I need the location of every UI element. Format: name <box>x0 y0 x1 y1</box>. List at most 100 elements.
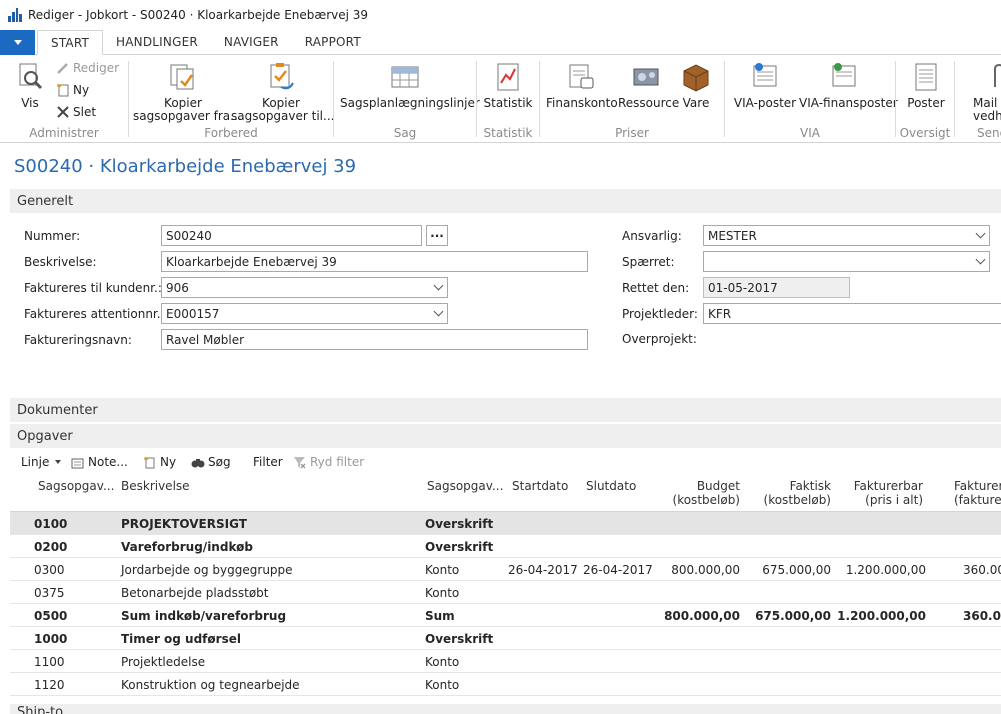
kopier-til-button[interactable]: Kopier sagsopgaver til... <box>231 61 334 123</box>
cell-nr: 0100 <box>34 517 68 531</box>
ny-button[interactable]: Ny <box>56 83 89 97</box>
table-row[interactable]: 1120 Konstruktion og tegnearbejde Konto <box>10 673 1001 696</box>
ribbon: Vis Rediger Ny Slet Administrer Kopier s… <box>0 55 1001 143</box>
group-forbered: Kopier sagsopgaver fra... Kopier sagsopg… <box>129 55 334 143</box>
view-icon <box>14 61 46 93</box>
poster-button[interactable]: Poster <box>904 61 948 110</box>
cell-nr: 0300 <box>34 563 65 577</box>
table-row[interactable]: 0300 Jordarbejde og byggegruppe Konto 26-04… <box>10 558 1001 581</box>
cell-nr: 1000 <box>34 632 68 646</box>
cell-beskrivelse: Konstruktion og tegnearbejde <box>121 678 300 692</box>
tab-start[interactable]: START <box>37 30 104 55</box>
cell-beskrivelse: Jordarbejde og byggegruppe <box>121 563 293 577</box>
table-row[interactable]: 0200 Vareforbrug/indkøb Overskrift <box>10 535 1001 558</box>
vis-button[interactable]: Vis <box>10 61 50 110</box>
table-row[interactable]: 0500 Sum indkøb/vareforbrug Sum 800.000,00 6… <box>10 604 1001 627</box>
cell-fakturer: 360.000 <box>963 563 1001 577</box>
table-row[interactable]: 0375 Betonarbejde pladsstøbt Konto <box>10 581 1001 604</box>
cell-beskrivelse: Projektledelse <box>121 655 206 669</box>
tab-naviger[interactable]: NAVIGER <box>211 30 292 54</box>
ryd-filter-button[interactable]: Ryd filter <box>293 453 364 471</box>
paperclip-icon <box>985 61 1001 93</box>
finanskonto-button[interactable]: Finanskonto <box>546 61 618 110</box>
chevron-down-icon <box>13 40 22 45</box>
page-title: S00240 · Kloarkarbejde Enebærvej 39 <box>14 156 357 177</box>
item-box-icon <box>680 61 712 93</box>
vare-button[interactable]: Vare <box>678 61 714 110</box>
cell-beskrivelse: PROJEKTOVERSIGT <box>121 517 247 531</box>
beskrivelse-field[interactable]: Kloarkarbejde Enebærvej 39 <box>161 251 588 272</box>
label-overprojekt: Overprojekt: <box>622 332 697 346</box>
mail-button[interactable]: Mail s vedhæ <box>973 61 1001 123</box>
chart-icon <box>492 61 524 93</box>
cell-type: Konto <box>425 563 460 577</box>
chevron-down-icon <box>433 306 444 317</box>
nummer-lookup-button[interactable]: ... <box>426 225 448 246</box>
finance-account-icon <box>565 61 597 93</box>
table-row[interactable]: 1000 Timer og udførsel Overskrift <box>10 627 1001 650</box>
clear-filter-icon <box>293 456 306 469</box>
cell-type: Konto <box>425 586 460 600</box>
app-icon <box>8 8 22 22</box>
nummer-field[interactable]: S00240 <box>161 225 422 246</box>
entries-icon <box>910 61 942 93</box>
cell-nr: 0200 <box>34 540 68 554</box>
ledger-entries-icon <box>749 61 781 93</box>
pencil-icon <box>56 61 70 75</box>
table-row[interactable]: 0100 PROJEKTOVERSIGT Overskrift <box>10 512 1001 535</box>
via-finansposter-button[interactable]: VIA-finansposter <box>799 61 898 110</box>
rettet-den-field: 01-05-2017 <box>703 277 850 298</box>
copy-to-icon <box>265 61 297 93</box>
cell-type: Overskrift <box>425 517 494 531</box>
delete-icon <box>56 105 70 119</box>
tab-handlinger[interactable]: HANDLINGER <box>103 30 211 54</box>
cell-nr: 0375 <box>34 586 65 600</box>
group-administrer: Vis Rediger Ny Slet Administrer <box>0 55 128 143</box>
copy-from-icon <box>167 61 199 93</box>
cell-nr: 1120 <box>34 678 65 692</box>
attention-dropdown[interactable]: E000157 <box>161 303 448 324</box>
grid-icon <box>389 61 421 93</box>
cell-fakturerbar: 1.200.000,00 <box>837 609 926 623</box>
label-ansvarlig: Ansvarlig: <box>622 229 682 243</box>
projektleder-field[interactable]: KFR <box>703 303 1001 324</box>
sagsplanlaegningslinjer-button[interactable]: Sagsplanlægningslinjer <box>340 61 480 110</box>
cell-beskrivelse: Timer og udførsel <box>121 632 241 646</box>
file-menu-button[interactable] <box>0 30 35 55</box>
label-kundenr: Faktureres til kundenr.: <box>24 281 162 295</box>
slet-button[interactable]: Slet <box>56 105 96 119</box>
ressource-button[interactable]: Ressource <box>618 61 679 110</box>
section-dokumenter[interactable]: Dokumenter <box>10 398 1001 422</box>
group-via: VIA-poster VIA-finansposter VIA <box>725 55 898 143</box>
filter-button[interactable]: Filter <box>253 453 283 471</box>
rediger-button[interactable]: Rediger <box>56 61 119 75</box>
chevron-down-icon <box>433 280 444 291</box>
ribbon-tabs: START HANDLINGER NAVIGER RAPPORT <box>0 30 1001 55</box>
soeg-button[interactable]: Søg <box>191 453 231 471</box>
kundenr-dropdown[interactable]: 906 <box>161 277 448 298</box>
linje-menu-button[interactable]: Linje <box>21 453 62 471</box>
label-attention: Faktureres attentionnr.: <box>24 307 165 321</box>
section-ship-to[interactable]: Ship-to <box>10 704 1001 714</box>
cell-slutdato: 26-04-2017 <box>583 563 653 577</box>
kopier-fra-button[interactable]: Kopier sagsopgaver fra... <box>133 61 242 123</box>
label-rettet-den: Rettet den: <box>622 281 690 295</box>
section-opgaver[interactable]: Opgaver <box>10 424 1001 448</box>
tab-rapport[interactable]: RAPPORT <box>292 30 374 54</box>
ny-line-button[interactable]: Ny <box>143 453 176 471</box>
note-button[interactable]: Note... <box>71 453 128 471</box>
cell-beskrivelse: Vareforbrug/indkøb <box>121 540 253 554</box>
faktureringsnavn-field[interactable]: Ravel Møbler <box>161 329 588 350</box>
via-poster-button[interactable]: VIA-poster <box>733 61 797 110</box>
statistik-button[interactable]: Statistik <box>483 61 533 110</box>
group-priser: Finanskonto Ressource Vare Priser <box>540 55 724 143</box>
ansvarlig-dropdown[interactable]: MESTER <box>703 225 990 246</box>
group-statistik: Statistik Statistik <box>477 55 539 143</box>
chevron-down-icon <box>975 254 986 265</box>
group-sag: Sagsplanlægningslinjer Sag <box>334 55 480 143</box>
cell-type: Overskrift <box>425 540 494 554</box>
spaerret-dropdown[interactable] <box>703 251 990 272</box>
cell-type: Konto <box>425 655 460 669</box>
table-row[interactable]: 1100 Projektledelse Konto <box>10 650 1001 673</box>
section-generelt[interactable]: Generelt <box>10 189 1001 213</box>
